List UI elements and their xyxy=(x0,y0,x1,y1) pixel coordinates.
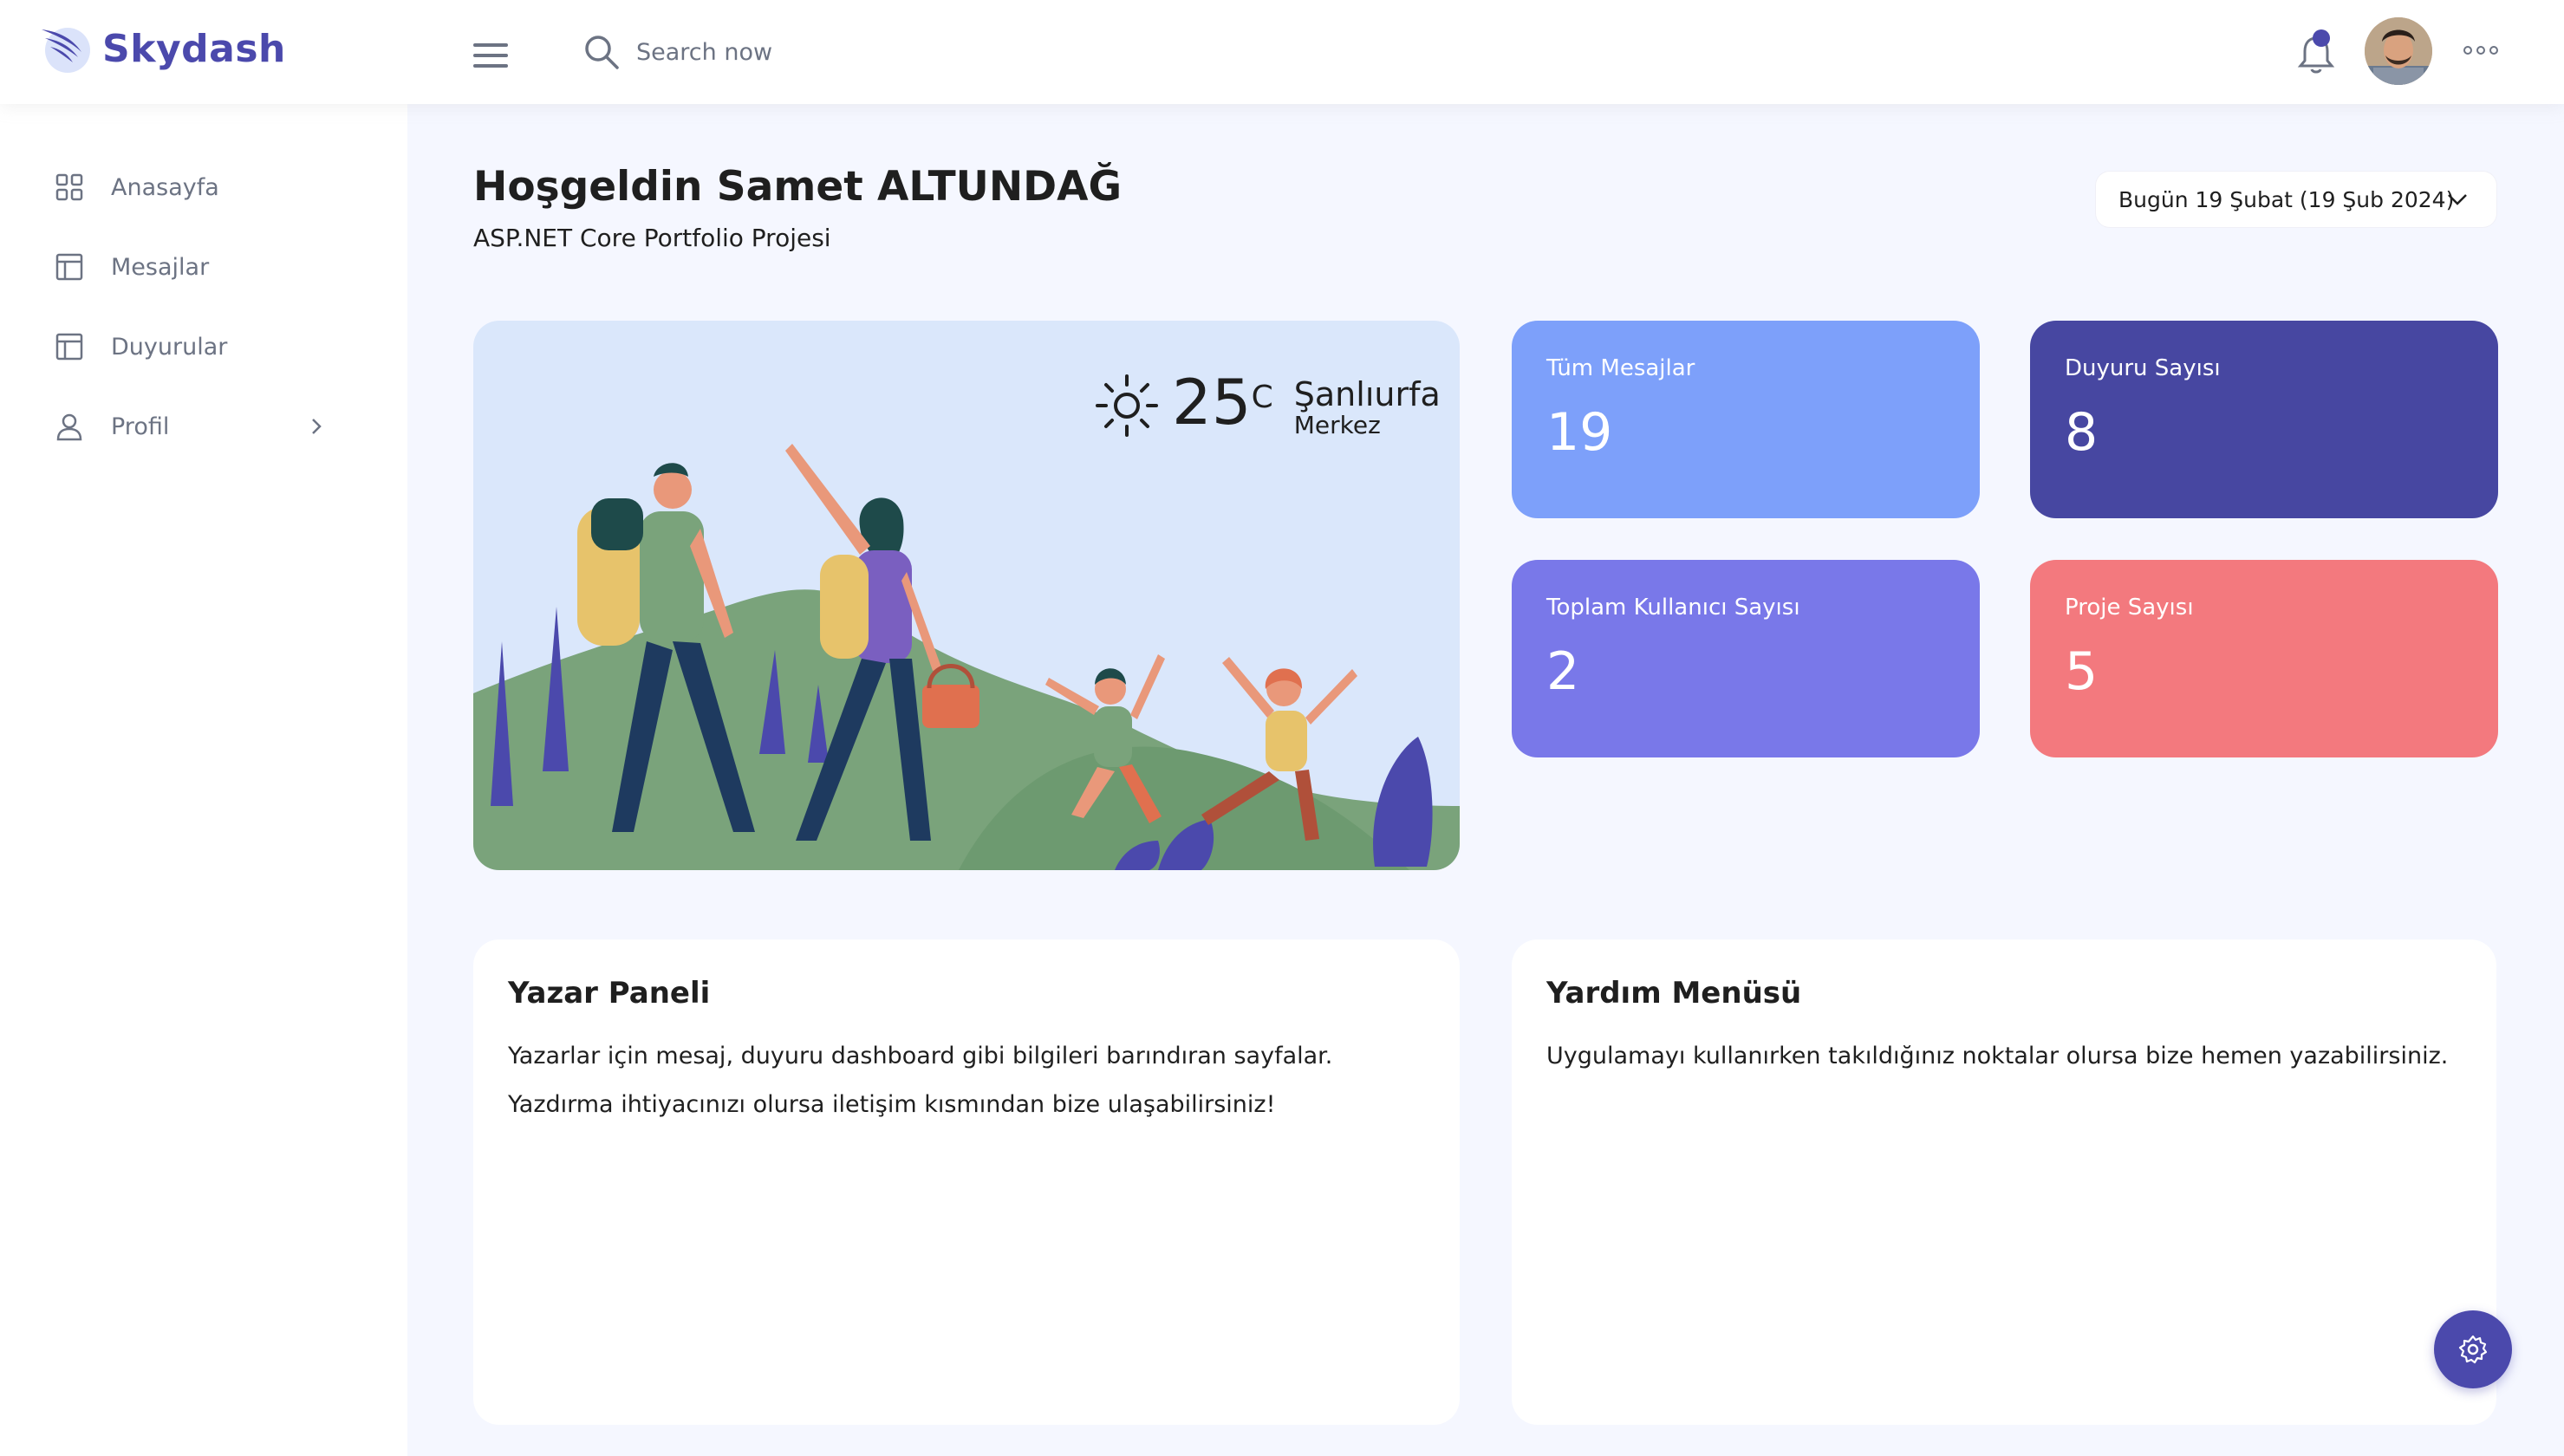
stat-card-messages: Tüm Mesajlar 19 xyxy=(1512,321,1980,518)
stat-value: 8 xyxy=(2065,402,2099,463)
page-subtitle: ASP.NET Core Portfolio Projesi xyxy=(473,224,831,252)
chevron-right-icon xyxy=(312,419,322,434)
district-name: Merkez xyxy=(1293,411,1381,439)
panel-title: Yazar Paneli xyxy=(508,976,711,1011)
settings-button[interactable] xyxy=(2434,1310,2512,1388)
stat-card-announcements: Duyuru Sayısı 8 xyxy=(2030,321,2498,518)
chevron-down-icon xyxy=(2448,194,2467,205)
brand[interactable]: Skydash xyxy=(38,21,286,76)
sun-icon xyxy=(1096,374,1158,437)
sidebar-item-label: Anasayfa xyxy=(111,173,219,201)
stat-value: 2 xyxy=(1546,641,1580,702)
sidebar: Anasayfa Mesajlar Duyurular Profil xyxy=(0,104,407,1456)
layout-icon xyxy=(55,333,83,361)
stat-title: Proje Sayısı xyxy=(2065,595,2194,621)
sidebar-item-label: Mesajlar xyxy=(111,253,210,281)
sidebar-item-mesajlar[interactable]: Mesajlar xyxy=(0,232,407,302)
stat-title: Duyuru Sayısı xyxy=(2065,355,2221,381)
stat-card-projects: Proje Sayısı 5 xyxy=(2030,560,2498,757)
user-photo xyxy=(2365,17,2432,85)
page-title: Hoşgeldin Samet ALTUNDAĞ xyxy=(473,163,1123,211)
sidebar-item-label: Profil xyxy=(111,413,170,440)
avatar[interactable] xyxy=(2365,17,2432,85)
panel-text: Yazarlar için mesaj, duyuru dashboard gi… xyxy=(508,1043,1333,1069)
search-bar xyxy=(582,33,983,71)
more-options-icon[interactable] xyxy=(2463,42,2498,59)
panel-text: Yazdırma ihtiyacınızı olursa iletişim kı… xyxy=(508,1091,1276,1118)
grid-icon xyxy=(55,173,83,201)
temperature-unit: C xyxy=(1251,380,1273,415)
city-name: Şanlıurfa xyxy=(1293,375,1441,413)
stat-title: Tüm Mesajlar xyxy=(1546,355,1695,381)
user-icon xyxy=(56,413,82,441)
sidebar-item-profil[interactable]: Profil xyxy=(0,392,407,461)
layout-icon xyxy=(55,253,83,281)
panel-text: Uygulamayı kullanırken takıldığınız nokt… xyxy=(1546,1043,2449,1069)
top-navbar: Skydash xyxy=(0,0,2564,104)
gear-icon xyxy=(2458,1335,2488,1364)
weather-location: Şanlıurfa Merkez xyxy=(1294,376,1441,439)
search-input[interactable] xyxy=(636,38,983,66)
date-dropdown[interactable]: Bugün 19 Şubat (19 Şub 2024) xyxy=(2096,172,2496,227)
stat-card-users: Toplam Kullanıcı Sayısı 2 xyxy=(1512,560,1980,757)
date-label: Bugün 19 Şubat (19 Şub 2024) xyxy=(2118,186,2455,212)
author-panel: Yazar Paneli Yazarlar için mesaj, duyuru… xyxy=(473,939,1460,1425)
weather-card: 25 C Şanlıurfa Merkez xyxy=(473,321,1460,870)
sidebar-item-duyurular[interactable]: Duyurular xyxy=(0,312,407,381)
stat-value: 5 xyxy=(2065,641,2099,702)
stat-value: 19 xyxy=(1546,402,1613,463)
skydash-logo-icon xyxy=(42,28,90,73)
sidebar-item-anasayfa[interactable]: Anasayfa xyxy=(0,153,407,222)
temperature-value: 25 xyxy=(1172,366,1252,439)
help-panel: Yardım Menüsü Uygulamayı kullanırken tak… xyxy=(1512,939,2496,1425)
search-icon[interactable] xyxy=(582,33,621,71)
weather-widget: 25 C Şanlıurfa Merkez xyxy=(1094,367,1441,439)
menu-toggle-button[interactable] xyxy=(473,43,508,68)
panel-title: Yardım Menüsü xyxy=(1546,976,1802,1011)
stat-title: Toplam Kullanıcı Sayısı xyxy=(1546,595,1800,621)
brand-name: Skydash xyxy=(102,26,286,71)
notification-badge xyxy=(2313,29,2330,47)
sidebar-item-label: Duyurular xyxy=(111,333,228,361)
